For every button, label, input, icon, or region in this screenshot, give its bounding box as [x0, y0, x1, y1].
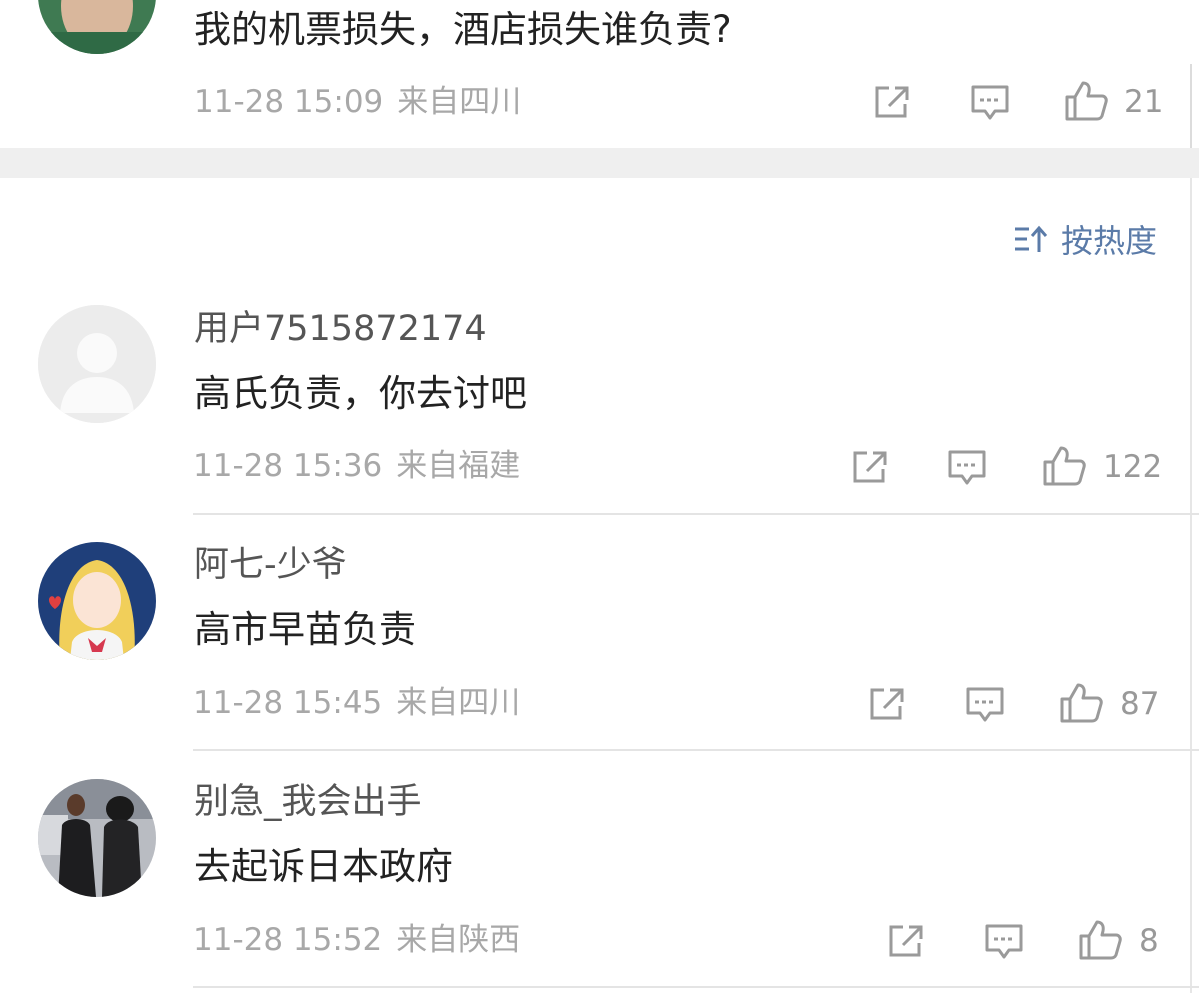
share-icon[interactable] [873, 84, 911, 120]
sort-icon [1014, 225, 1048, 252]
comment-icon[interactable] [947, 449, 987, 487]
like-icon[interactable] [1042, 445, 1088, 487]
comment-time: 11-28 15:52 [193, 922, 383, 958]
share-icon[interactable] [851, 449, 889, 485]
like-count: 8 [1139, 923, 1159, 959]
comment-time: 11-28 15:45 [193, 685, 383, 721]
scrollbar-track [1190, 64, 1192, 148]
comment-meta: 11-28 15:45 来自四川 [193, 685, 520, 722]
comment-text: 去起诉日本政府 [194, 845, 453, 888]
share-icon[interactable] [868, 686, 906, 722]
like-count: 21 [1124, 84, 1164, 120]
comment-location: 来自福建 [396, 448, 521, 484]
comment-text: 高氏负责，你去讨吧 [194, 372, 527, 415]
comment-time: 11-28 15:09 [194, 84, 384, 120]
comment-icon[interactable] [970, 84, 1010, 122]
sort-button[interactable]: 按热度 [1013, 216, 1157, 262]
comment-meta: 11-28 15:09 来自四川 [194, 84, 521, 121]
photo-avatar [38, 779, 156, 897]
sort-label: 按热度 [1060, 222, 1157, 260]
default-avatar-icon [38, 305, 156, 423]
share-icon[interactable] [887, 923, 925, 959]
top-comment: 我的机票损失，酒店损失谁负责? 11-28 15:09 来自四川 21 [0, 0, 1199, 148]
like-icon[interactable] [1064, 80, 1110, 122]
comment-time: 11-28 15:36 [193, 448, 383, 484]
scrollbar-track [1190, 178, 1192, 993]
comment-location: 来自陕西 [396, 922, 521, 958]
divider [193, 749, 1199, 751]
divider [193, 986, 1199, 988]
comment-icon[interactable] [965, 686, 1005, 724]
comment-text: 我的机票损失，酒店损失谁负责? [194, 8, 732, 51]
comment-meta: 11-28 15:52 来自陕西 [193, 922, 520, 959]
comment-location: 来自四川 [397, 84, 522, 120]
comment-icon[interactable] [984, 923, 1024, 961]
comment-location: 来自四川 [396, 685, 521, 721]
avatar[interactable] [38, 542, 156, 660]
comment-page: 我的机票损失，酒店损失谁负责? 11-28 15:09 来自四川 21 按热度 [0, 0, 1199, 993]
like-icon[interactable] [1078, 919, 1124, 961]
like-count: 122 [1103, 449, 1163, 485]
avatar-photo [38, 0, 156, 54]
like-count: 87 [1120, 686, 1160, 722]
comment-meta: 11-28 15:36 来自福建 [193, 448, 520, 485]
username[interactable]: 阿七-少爷 [194, 544, 347, 586]
username[interactable]: 用户7515872174 [194, 308, 487, 350]
username[interactable]: 别急_我会出手 [194, 781, 422, 823]
avatar[interactable] [38, 779, 156, 897]
comment-text: 高市早苗负责 [194, 608, 416, 651]
anime-avatar [38, 542, 156, 660]
section-separator [0, 148, 1199, 178]
avatar[interactable] [38, 305, 156, 423]
avatar[interactable] [38, 0, 156, 54]
like-icon[interactable] [1059, 682, 1105, 724]
divider [193, 513, 1199, 515]
